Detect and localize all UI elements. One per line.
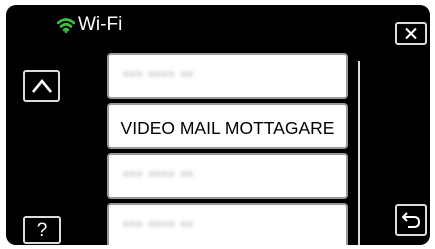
back-button[interactable] <box>395 204 427 236</box>
scroll-up-button[interactable] <box>23 70 60 102</box>
close-x-icon <box>405 27 417 40</box>
blurred-label: ▪▪▪ ▪▪▪▪ ▪▪ <box>123 216 194 233</box>
wifi-icon <box>56 17 76 34</box>
list-item[interactable]: ▪▪▪ ▪▪▪▪ ▪▪ <box>107 153 348 199</box>
help-icon: ? <box>36 219 48 241</box>
close-button[interactable] <box>395 22 427 45</box>
return-arrow-icon <box>401 212 421 228</box>
chevron-up-icon <box>31 78 52 93</box>
blurred-label: ▪▪▪ ▪▪▪▪ ▪▪ <box>123 66 194 83</box>
page-title: Wi-Fi <box>78 14 123 35</box>
camera-screen: Wi-Fi ▪▪▪ ▪▪▪▪ ▪▪ VIDEO MAIL MOTTAGARE ▪… <box>6 5 430 245</box>
blurred-label: ▪▪▪ ▪▪▪▪ ▪▪ <box>123 166 194 183</box>
list-item-label: VIDEO MAIL MOTTAGARE <box>120 118 335 138</box>
list-item[interactable]: ▪▪▪ ▪▪▪▪ ▪▪ <box>107 203 348 245</box>
list-item-video-mail-receiver[interactable]: VIDEO MAIL MOTTAGARE <box>107 103 348 149</box>
scrollbar[interactable] <box>358 61 360 245</box>
help-button[interactable]: ? <box>23 216 61 244</box>
list-item[interactable]: ▪▪▪ ▪▪▪▪ ▪▪ <box>107 53 348 99</box>
title-bar: Wi-Fi <box>6 5 430 43</box>
